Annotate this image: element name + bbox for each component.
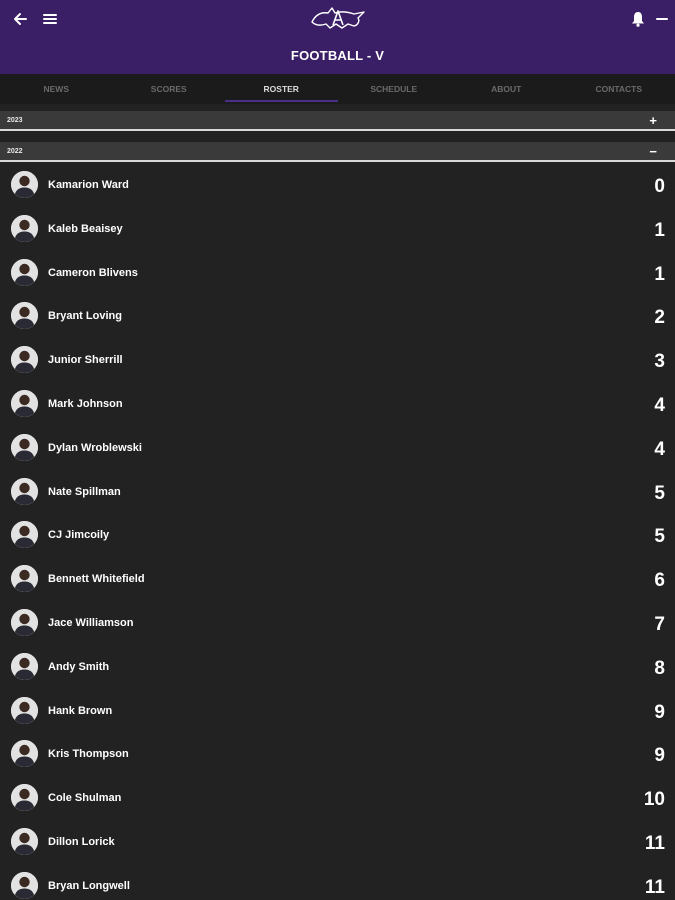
player-number: 11 [644, 876, 665, 898]
roster-row[interactable]: Kamarion Ward 0 [0, 164, 675, 208]
player-name: Mark Johnson [48, 397, 123, 410]
player-avatar [11, 784, 38, 812]
player-number: 8 [654, 657, 665, 679]
player-avatar [11, 871, 38, 899]
player-name: Dillon Lorick [48, 835, 115, 848]
overflow-menu-icon [656, 18, 668, 20]
player-number: 9 [654, 745, 665, 767]
more-options-button[interactable] [650, 7, 674, 31]
player-number: 5 [654, 526, 665, 548]
player-number: 2 [654, 307, 665, 329]
roster-row[interactable]: Dylan Wroblewski 4 [0, 427, 675, 471]
tab-about[interactable]: ABOUT [450, 74, 563, 104]
player-name: Kamarion Ward [48, 179, 129, 191]
roster-row[interactable]: Bryan Longwell 11 [0, 865, 675, 900]
player-name: Junior Sherrill [48, 354, 123, 367]
player-name: Nate Spillman [48, 485, 121, 498]
roster-row[interactable]: Kaleb Beaisey 1 [0, 208, 675, 252]
year-label: 2023 [7, 117, 23, 124]
tab-schedule[interactable]: SCHEDULE [338, 74, 451, 104]
tab-scores[interactable]: SCORES [113, 74, 226, 104]
page-title: FOOTBALL - V [290, 48, 385, 63]
player-avatar [11, 827, 38, 855]
player-name: Dylan Wroblewski [48, 441, 142, 454]
hamburger-menu-icon [43, 14, 57, 24]
player-avatar [11, 565, 38, 593]
player-avatar [11, 258, 38, 286]
player-name: Bennett Whitefield [48, 573, 145, 586]
collapse-icon[interactable]: − [649, 142, 657, 162]
player-name: CJ Jimcoily [48, 529, 110, 542]
roster-row[interactable]: Jace Williamson 7 [0, 602, 675, 646]
year-label: 2022 [7, 148, 23, 155]
back-button[interactable] [8, 7, 32, 31]
tab-roster[interactable]: ROSTER [225, 74, 338, 104]
player-name: Bryant Loving [48, 310, 122, 323]
year-section-2023[interactable]: 2023 + [0, 111, 675, 131]
roster-row[interactable]: Bryant Loving 2 [0, 295, 675, 339]
player-name: Hank Brown [48, 704, 113, 717]
player-avatar [11, 389, 38, 417]
player-number: 7 [654, 613, 665, 635]
roster-row[interactable]: Andy Smith 8 [0, 646, 675, 690]
player-number: 1 [654, 219, 665, 241]
player-number: 6 [654, 570, 665, 592]
player-avatar [11, 652, 38, 680]
player-number: 11 [644, 832, 665, 854]
player-avatar [11, 302, 38, 330]
roster-row[interactable]: Bennett Whitefield 6 [0, 558, 675, 602]
player-name: Jace Williamson [48, 616, 134, 629]
player-avatar [11, 521, 38, 549]
player-name: Andy Smith [48, 660, 110, 673]
player-number: 1 [654, 263, 665, 285]
roster-row[interactable]: Nate Spillman 5 [0, 471, 675, 515]
player-name: Kaleb Beaisey [48, 222, 123, 235]
tab-contacts[interactable]: CONTACTS [563, 74, 675, 104]
player-avatar [11, 608, 38, 636]
player-number: 4 [654, 394, 665, 416]
roster-row[interactable]: Cameron Blivens 1 [0, 252, 675, 296]
player-avatar [11, 433, 38, 461]
roster-row[interactable]: Junior Sherrill 3 [0, 339, 675, 383]
player-number: 10 [643, 789, 665, 811]
tab-bar: NEWS SCORES ROSTER SCHEDULE ABOUT CONTAC… [0, 74, 675, 104]
notifications-button[interactable] [626, 7, 650, 31]
player-number: 5 [654, 482, 665, 504]
year-section-2022[interactable]: 2022 − [0, 142, 675, 162]
player-avatar [11, 214, 38, 242]
player-avatar [11, 696, 38, 724]
player-avatar [11, 346, 38, 374]
roster-row[interactable]: Kris Thompson 9 [0, 733, 675, 777]
player-avatar [11, 171, 38, 198]
roster-row[interactable]: Dillon Lorick 11 [0, 821, 675, 865]
roster-row[interactable]: Mark Johnson 4 [0, 383, 675, 427]
app-header: FOOTBALL - V [0, 0, 675, 74]
player-number: 4 [654, 438, 665, 460]
player-number: 0 [654, 176, 665, 197]
player-name: Bryan Longwell [48, 879, 130, 892]
roster-row[interactable]: Cole Shulman 10 [0, 777, 675, 821]
tab-news[interactable]: NEWS [0, 74, 113, 104]
roster-list: Kamarion Ward 0 Kaleb Beaisey 1 Cameron Bliv… [0, 164, 675, 900]
mustang-team-logo [311, 7, 365, 29]
player-name: Cameron Blivens [48, 266, 138, 279]
player-name: Cole Shulman [48, 792, 122, 805]
player-name: Kris Thompson [48, 748, 129, 761]
player-avatar [11, 740, 38, 768]
menu-button[interactable] [38, 7, 62, 31]
roster-row[interactable]: Hank Brown 9 [0, 690, 675, 734]
player-number: 3 [654, 351, 665, 373]
player-number: 9 [654, 701, 665, 723]
roster-row[interactable]: CJ Jimcoily 5 [0, 514, 675, 558]
bell-icon [632, 12, 644, 27]
arrow-left-icon [14, 13, 27, 25]
player-avatar [11, 477, 38, 505]
expand-icon[interactable]: + [649, 111, 657, 131]
